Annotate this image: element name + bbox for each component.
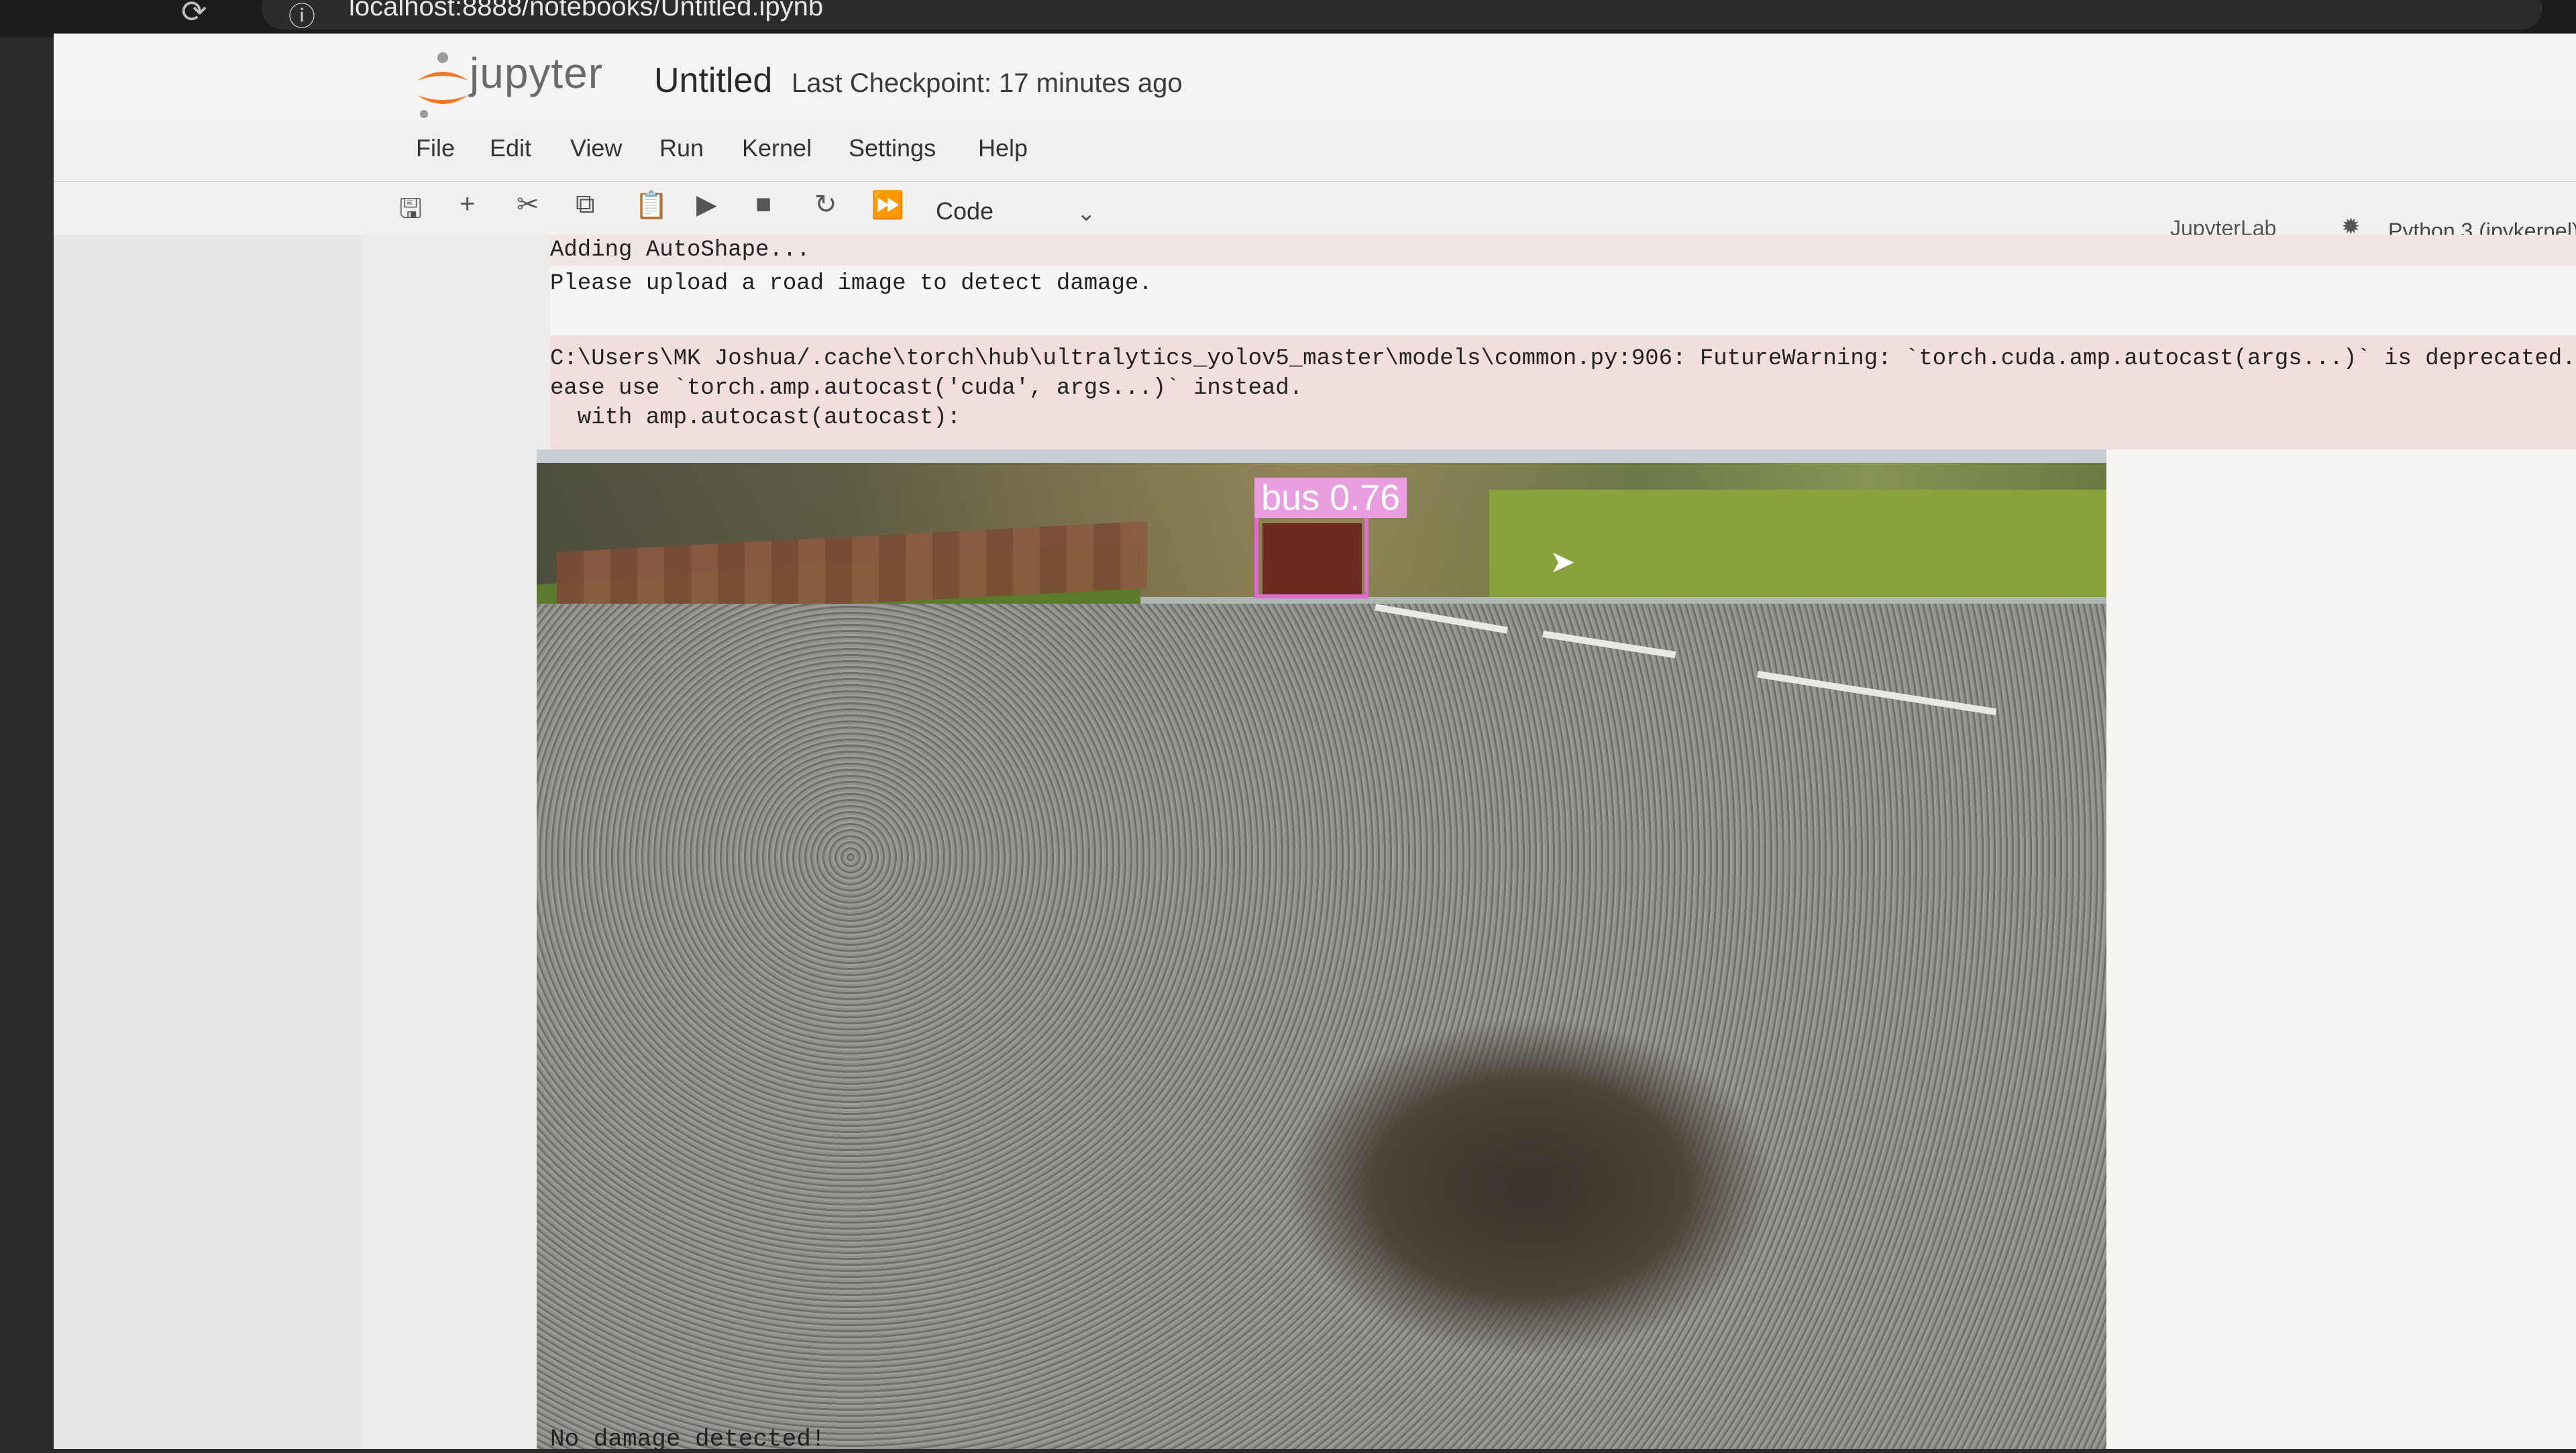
info-icon[interactable]: ⓘ	[288, 0, 315, 34]
menu-edit[interactable]: Edit	[490, 134, 531, 162]
warning-line: with amp.autocast(autocast):	[550, 405, 961, 431]
output-line-upload-prompt: Please upload a road image to detect dam…	[550, 271, 1152, 297]
notebook-title[interactable]: Untitled	[654, 60, 772, 101]
jupyter-logo	[417, 52, 468, 118]
detection-label: bus 0.76	[1254, 478, 1407, 518]
jupyter-logo-text: jupyter	[470, 49, 604, 97]
jupyter-window: jupyter Untitled Last Checkpoint: 17 min…	[54, 34, 2576, 1449]
chevron-down-icon[interactable]: ⌄	[1077, 200, 1096, 227]
image-road-pothole	[537, 604, 2106, 1449]
cell-type-select[interactable]: Code	[936, 197, 994, 225]
address-url[interactable]: localhost:8888/notebooks/Untitled.ipynb	[349, 0, 823, 22]
cell-prompt-column	[362, 235, 550, 1449]
save-icon[interactable]: 🖫	[399, 189, 422, 235]
last-checkpoint: Last Checkpoint: 17 minutes ago	[792, 68, 1183, 98]
browser-bar: ⟳ ⓘ localhost:8888/notebooks/Untitled.ip…	[0, 0, 2576, 38]
menu-settings[interactable]: Settings	[849, 134, 936, 162]
mouse-cursor-icon: ➤	[1550, 544, 1576, 579]
menu-help[interactable]: Help	[978, 134, 1028, 162]
image-grass-right	[1489, 490, 2106, 597]
menu-view[interactable]: View	[570, 134, 622, 162]
paste-icon[interactable]: 📋	[635, 189, 668, 221]
copy-icon[interactable]: ⧉	[576, 189, 595, 219]
restart-icon[interactable]: ↻	[814, 189, 837, 220]
reload-icon[interactable]: ⟳	[181, 0, 207, 30]
plus-icon[interactable]: +	[460, 189, 475, 219]
left-gutter	[54, 235, 362, 1449]
menu-kernel[interactable]: Kernel	[742, 134, 812, 162]
notebook-header: jupyter Untitled Last Checkpoint: 17 min…	[54, 34, 2576, 121]
warning-line: C:\Users\MK Joshua/.cache\torch\hub\ultr…	[550, 346, 2576, 372]
fast-forward-icon[interactable]: ⏩	[871, 189, 904, 221]
detection-result-image: bus 0.76 ➤	[537, 449, 2106, 1449]
play-icon[interactable]: ▶	[696, 189, 717, 220]
warning-line: ease use `torch.amp.autocast('cuda', arg…	[550, 376, 1303, 401]
stderr-warning-block: C:\Users\MK Joshua/.cache\torch\hub\ultr…	[550, 335, 2576, 449]
output-line-autoshape: Adding AutoShape...	[550, 235, 2576, 266]
menu-file[interactable]: File	[416, 134, 455, 162]
stop-icon[interactable]: ■	[755, 189, 771, 219]
menu-run[interactable]: Run	[659, 134, 704, 162]
scissors-icon[interactable]: ✂	[517, 189, 539, 220]
